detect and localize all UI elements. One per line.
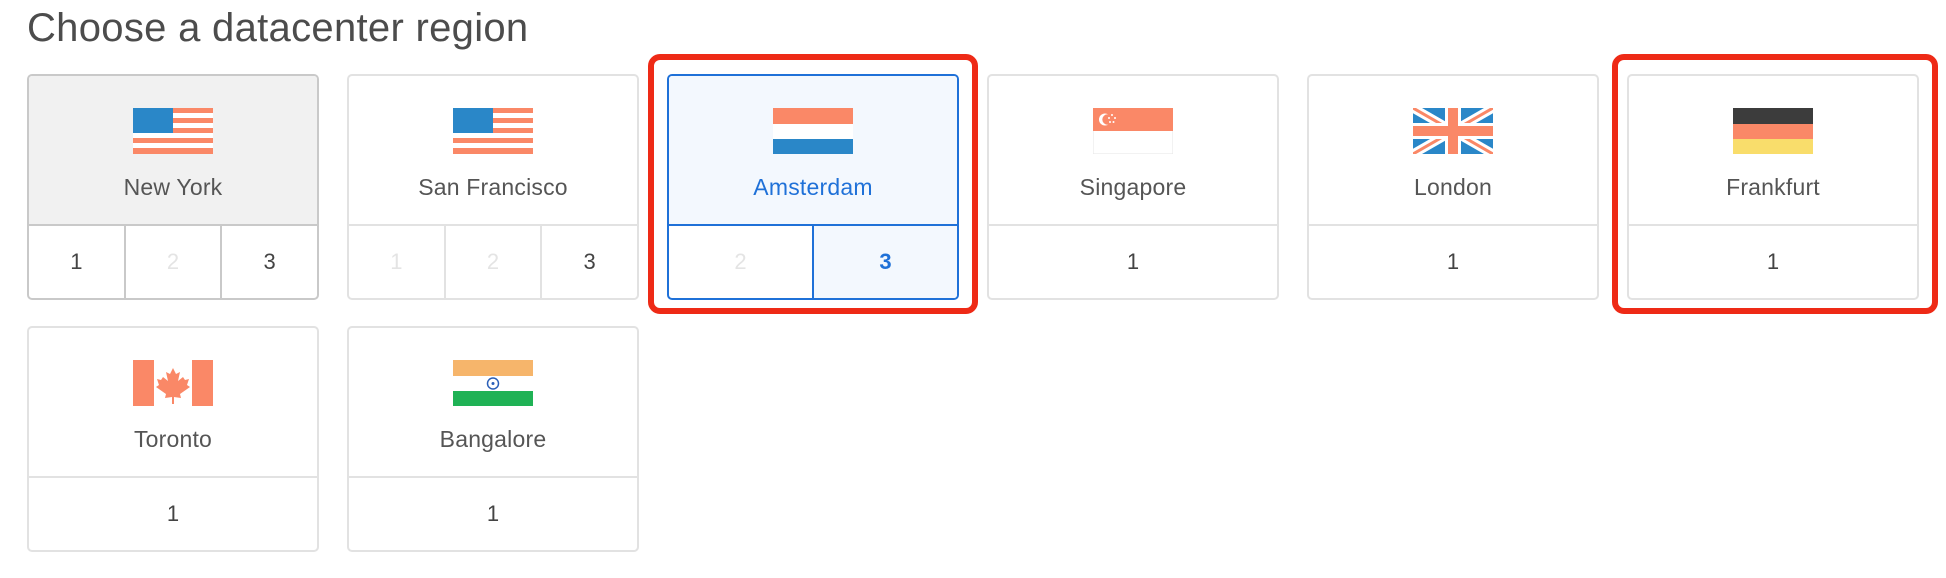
region-name: London (1414, 174, 1492, 200)
canada-flag-icon (133, 360, 213, 406)
region-card-new-york[interactable]: New York 1 2 3 (27, 74, 319, 300)
region-card-london[interactable]: London 1 (1307, 74, 1599, 300)
region-header[interactable]: Toronto (29, 328, 317, 478)
region-card-san-francisco[interactable]: San Francisco 1 2 3 (347, 74, 639, 300)
region-card-bangalore[interactable]: Bangalore 1 (347, 326, 639, 552)
us-flag-icon (453, 108, 533, 154)
datacenter-option-1[interactable]: 1 (29, 226, 124, 298)
region-name: Bangalore (439, 426, 547, 452)
region-header[interactable]: Frankfurt (1629, 76, 1917, 226)
datacenter-option-2: 2 (734, 249, 747, 274)
region-header[interactable]: Amsterdam (669, 76, 957, 226)
region-name: Amsterdam (753, 174, 873, 200)
uk-flag-icon (1413, 108, 1493, 154)
datacenter-option-3[interactable]: 3 (812, 226, 957, 298)
netherlands-flag-icon (773, 108, 853, 154)
datacenter-option-1[interactable]: 1 (1629, 226, 1917, 298)
datacenter-option-1[interactable]: 1 (1309, 226, 1597, 298)
datacenter-option-1: 1 (390, 249, 403, 274)
datacenter-option-3[interactable]: 3 (220, 226, 317, 298)
region-name: New York (123, 174, 223, 200)
datacenter-option-1[interactable]: 1 (349, 478, 637, 550)
region-card-toronto[interactable]: Toronto 1 (27, 326, 319, 552)
region-card-singapore[interactable]: Singapore 1 (987, 74, 1279, 300)
region-card-amsterdam[interactable]: Amsterdam 2 3 (667, 74, 959, 300)
page-title: Choose a datacenter region (27, 6, 529, 50)
region-name: San Francisco (418, 174, 568, 200)
region-name: Frankfurt (1726, 174, 1820, 200)
datacenter-option-1[interactable]: 1 (29, 478, 317, 550)
datacenter-option-1[interactable]: 1 (989, 226, 1277, 298)
region-card-frankfurt[interactable]: Frankfurt 1 (1627, 74, 1919, 300)
germany-flag-icon (1733, 108, 1813, 154)
region-header[interactable]: London (1309, 76, 1597, 226)
datacenter-option-2: 2 (123, 226, 221, 298)
singapore-flag-icon (1093, 108, 1173, 154)
region-header[interactable]: Bangalore (349, 328, 637, 478)
region-header[interactable]: San Francisco (349, 76, 637, 226)
region-name: Singapore (1079, 174, 1187, 200)
us-flag-icon (133, 108, 213, 154)
region-header[interactable]: Singapore (989, 76, 1277, 226)
region-name: Toronto (133, 426, 213, 452)
region-header[interactable]: New York (29, 76, 317, 226)
india-flag-icon (453, 360, 533, 406)
datacenter-option-2: 2 (443, 226, 541, 298)
datacenter-option-3[interactable]: 3 (540, 226, 637, 298)
